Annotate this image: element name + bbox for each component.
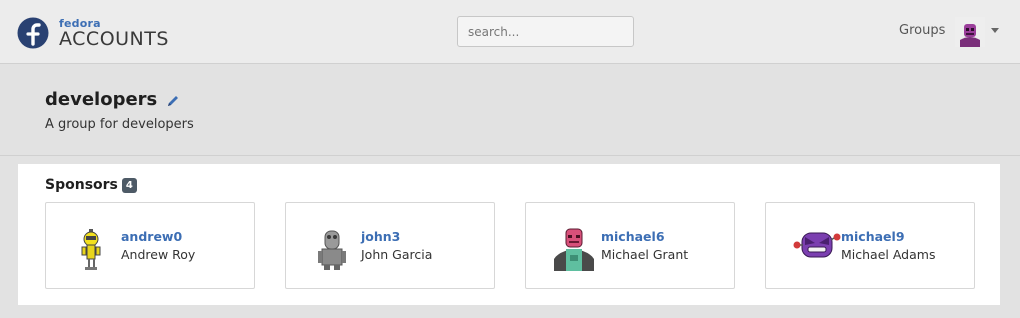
pencil-icon[interactable]	[166, 94, 180, 108]
sponsors-panel: Sponsors 4 andrew0 Andrew Roy john3 John…	[18, 164, 1000, 305]
search-input[interactable]	[457, 16, 634, 47]
member-username-link[interactable]: john3	[361, 229, 400, 244]
member-card[interactable]: michael6 Michael Grant	[525, 202, 735, 289]
logo-small-text: fedora	[59, 16, 101, 30]
sponsors-heading: Sponsors 4	[45, 177, 137, 193]
pink-robot-avatar-icon	[554, 228, 594, 271]
member-card[interactable]: john3 John Garcia	[285, 202, 495, 289]
gray-robot-avatar-icon	[318, 230, 346, 270]
user-avatar-icon	[955, 17, 985, 47]
member-fullname: Michael Grant	[601, 247, 689, 262]
member-username-link[interactable]: michael6	[601, 229, 665, 244]
member-username-link[interactable]: michael9	[841, 229, 905, 244]
member-card[interactable]: michael9 Michael Adams	[765, 202, 975, 289]
sponsors-title: Sponsors	[45, 177, 118, 193]
group-header: developers A group for developers	[0, 65, 1020, 156]
member-fullname: Andrew Roy	[121, 247, 196, 262]
yellow-robot-avatar-icon	[81, 229, 101, 270]
fedora-accounts-logo[interactable]: fedora ACCOUNTS	[17, 13, 177, 53]
member-card[interactable]: andrew0 Andrew Roy	[45, 202, 255, 289]
member-fullname: John Garcia	[361, 247, 433, 262]
logo-big-text: ACCOUNTS	[59, 27, 169, 50]
sponsors-count-badge: 4	[121, 177, 137, 193]
fedora-logo-icon	[17, 17, 49, 49]
group-description: A group for developers	[45, 117, 194, 132]
member-fullname: Michael Adams	[841, 247, 936, 262]
member-username-link[interactable]: andrew0	[121, 229, 182, 244]
group-title: developers	[45, 89, 158, 110]
nav-groups-link[interactable]: Groups	[899, 23, 945, 38]
caret-down-icon[interactable]	[991, 28, 999, 33]
purple-robot-avatar-icon	[793, 232, 841, 258]
top-navbar: fedora ACCOUNTS Groups	[0, 0, 1020, 64]
user-menu-avatar[interactable]	[955, 17, 985, 47]
